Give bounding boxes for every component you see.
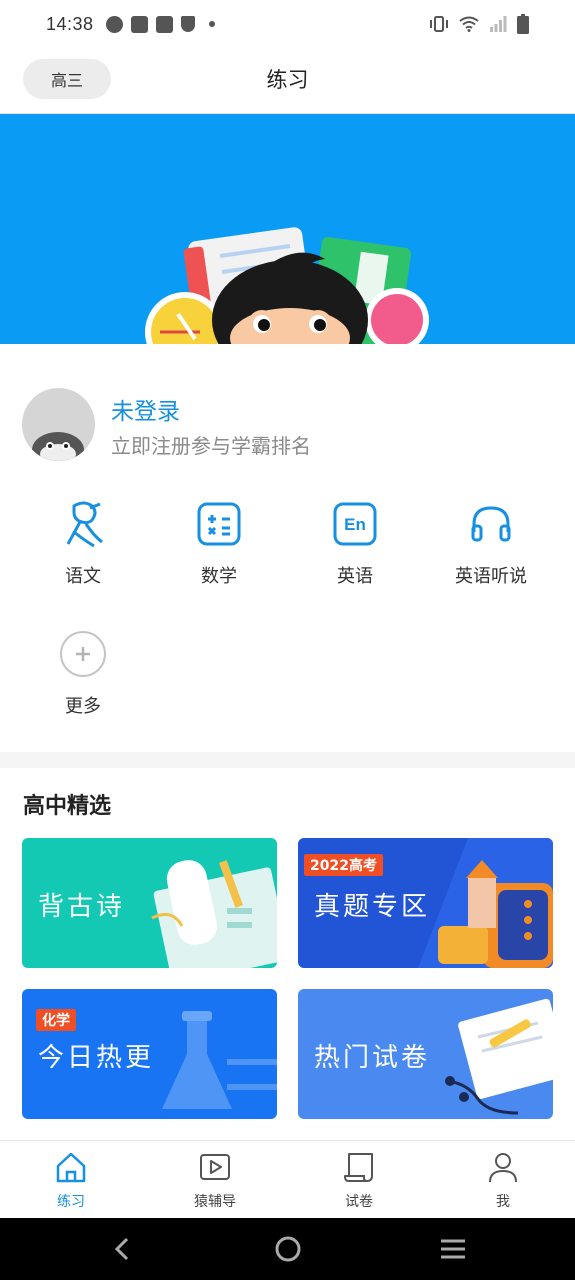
card-tag: 2022高考 bbox=[304, 854, 383, 876]
default-avatar-icon bbox=[32, 432, 84, 461]
shopping-bag-icon bbox=[155, 15, 173, 33]
person-icon bbox=[489, 1153, 517, 1183]
menu-lines-icon bbox=[441, 1239, 465, 1259]
shield-icon bbox=[180, 16, 195, 32]
signal-icon bbox=[490, 16, 507, 32]
play-icon bbox=[200, 1154, 230, 1180]
system-status-icons bbox=[429, 14, 529, 34]
practice-page: 14:38 高三 练习 未登录 立即注册参与学霸排名 语文 数学 En 英语 英… bbox=[0, 0, 575, 1280]
app-header: 高三 练习 bbox=[0, 48, 575, 114]
nav-label: 练习 bbox=[57, 1194, 85, 1210]
subject-item-math[interactable]: 数学 bbox=[151, 500, 287, 588]
headphones-icon bbox=[471, 506, 511, 542]
card-daily-update[interactable]: 化学 今日热更 bbox=[22, 989, 277, 1119]
subject-item-english-listening[interactable]: 英语听说 bbox=[423, 500, 559, 588]
login-subtitle: 立即注册参与学霸排名 bbox=[111, 434, 311, 458]
card-ancient-poems[interactable]: 背古诗 bbox=[22, 838, 277, 968]
status-bar: 14:38 bbox=[0, 0, 575, 48]
nav-tab-tutoring[interactable]: 猿辅导 bbox=[165, 1149, 265, 1211]
card-tag: 化学 bbox=[36, 1009, 76, 1031]
subject-label: 语文 bbox=[65, 566, 101, 587]
nav-label: 猿辅导 bbox=[194, 1194, 236, 1210]
nav-label: 我 bbox=[496, 1194, 510, 1210]
nav-tab-me[interactable]: 我 bbox=[453, 1149, 553, 1211]
card-title: 背古诗 bbox=[38, 892, 126, 922]
subject-label: 数学 bbox=[201, 566, 237, 587]
subject-label: 更多 bbox=[65, 696, 101, 717]
card-real-exams[interactable]: 2022高考 真题专区 bbox=[298, 838, 553, 968]
card-title: 真题专区 bbox=[314, 892, 431, 922]
home-icon bbox=[56, 1152, 86, 1183]
home-circle-icon bbox=[275, 1236, 301, 1262]
promo-banner[interactable] bbox=[0, 114, 575, 344]
svg-text:En: En bbox=[344, 515, 366, 534]
nav-label: 试卷 bbox=[345, 1194, 373, 1210]
vibrate-icon bbox=[430, 16, 448, 32]
chinese-lady-icon bbox=[66, 501, 103, 548]
login-status-text[interactable]: 未登录 bbox=[111, 392, 180, 426]
avatar[interactable] bbox=[22, 388, 95, 461]
page-title: 练习 bbox=[266, 68, 309, 92]
shopping-bag-icon bbox=[130, 15, 148, 33]
card-title: 热门试卷 bbox=[314, 1043, 431, 1073]
scroll-icon bbox=[344, 1153, 373, 1182]
card-popular-papers[interactable]: 热门试卷 bbox=[298, 989, 553, 1119]
english-en-icon: En bbox=[333, 502, 377, 546]
subject-item-more[interactable]: 更多 bbox=[15, 630, 151, 718]
subject-item-chinese[interactable]: 语文 bbox=[15, 500, 151, 588]
card-title: 今日热更 bbox=[38, 1043, 155, 1073]
speedometer-icon bbox=[105, 15, 123, 33]
section-divider bbox=[0, 752, 575, 768]
nav-tab-papers[interactable]: 试卷 bbox=[309, 1149, 409, 1211]
user-login-row[interactable]: 未登录 立即注册参与学霸排名 bbox=[22, 386, 552, 462]
battery-icon bbox=[517, 14, 529, 34]
subject-label: 英语 bbox=[337, 566, 373, 587]
back-chevron-icon bbox=[114, 1237, 129, 1261]
nav-tab-practice[interactable]: 练习 bbox=[21, 1149, 121, 1211]
dot-icon bbox=[208, 21, 215, 27]
monkey-mascot-illustration bbox=[145, 227, 429, 344]
home-button[interactable] bbox=[268, 1232, 308, 1266]
notification-icons bbox=[105, 15, 215, 33]
subject-item-english[interactable]: En 英语 bbox=[287, 500, 423, 588]
recents-button[interactable] bbox=[433, 1232, 473, 1266]
section-title: 高中精选 bbox=[23, 794, 112, 819]
wifi-icon bbox=[459, 16, 479, 32]
subject-label: 英语听说 bbox=[455, 566, 527, 587]
calculator-icon bbox=[197, 502, 241, 546]
plus-circle-icon bbox=[60, 631, 106, 677]
bottom-navigation: 练习 猿辅导 试卷 我 bbox=[0, 1140, 575, 1218]
system-navigation-bar bbox=[0, 1218, 575, 1280]
back-button[interactable] bbox=[102, 1232, 142, 1266]
status-time: 14:38 bbox=[46, 13, 94, 34]
